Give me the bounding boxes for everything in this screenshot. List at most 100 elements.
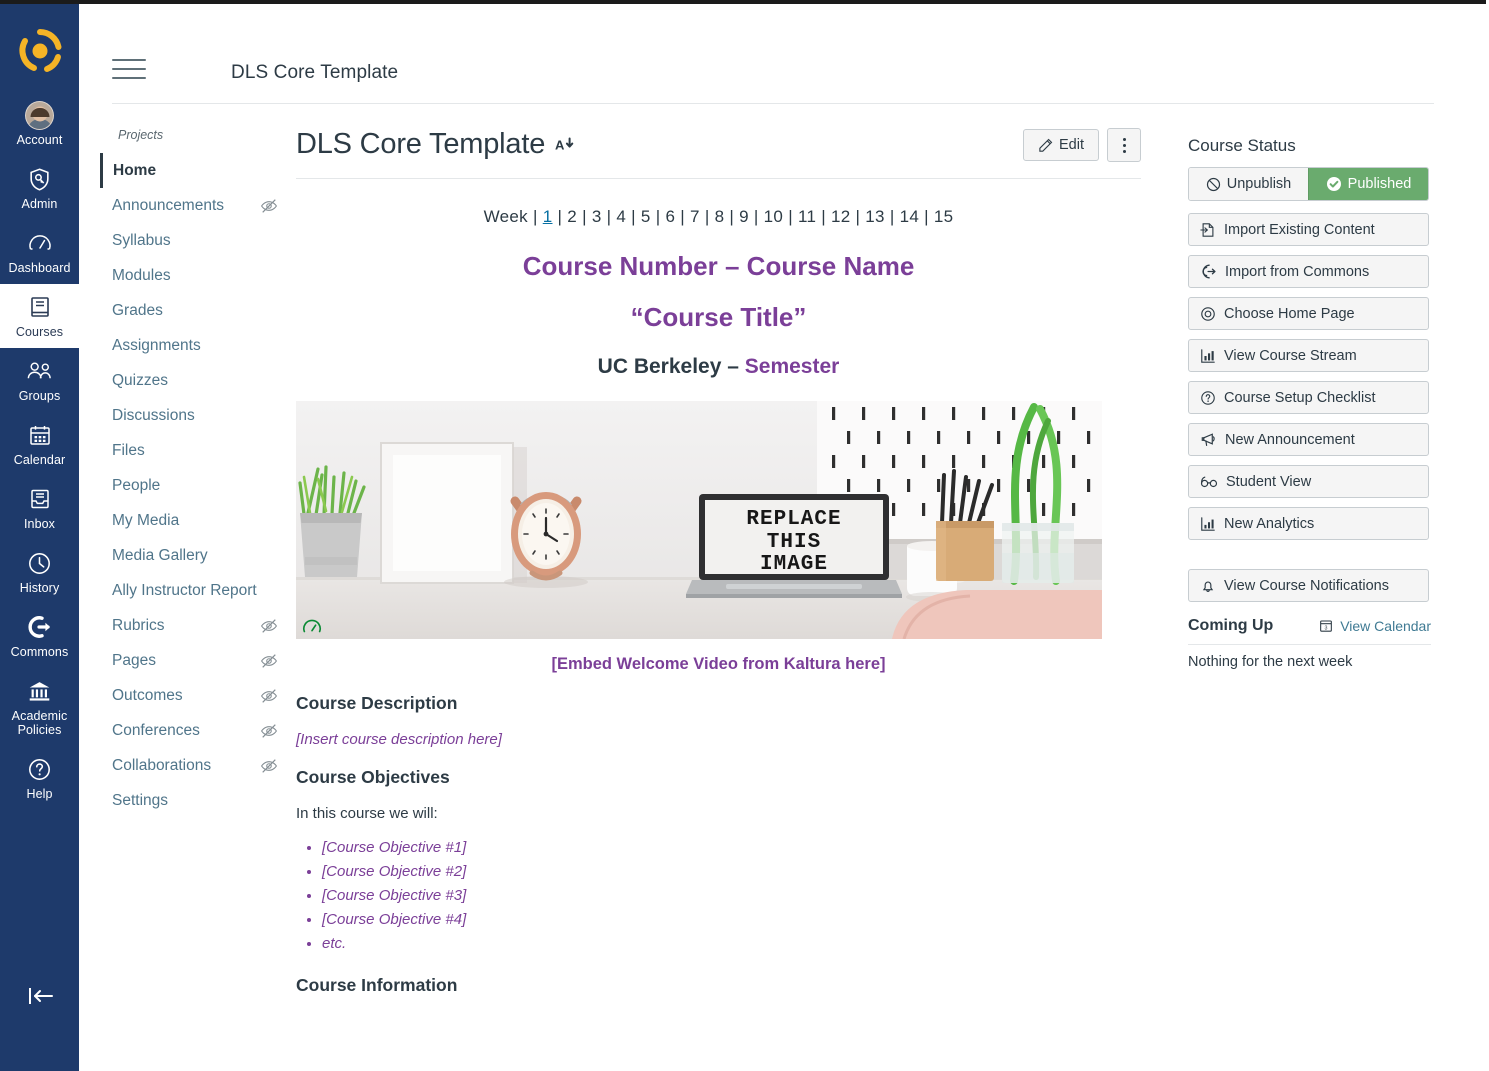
global-nav-item-inbox[interactable]: Inbox <box>0 476 79 540</box>
course-header-title: DLS Core Template <box>231 62 399 83</box>
course-nav-label: Modules <box>112 267 171 284</box>
global-nav-item-history[interactable]: History <box>0 540 79 604</box>
week-item-12[interactable]: 12 <box>831 207 851 226</box>
collapse-nav-icon[interactable] <box>23 983 57 1009</box>
canvas-course-home-page: Account Admin Dashboard Courses Groups C… <box>0 0 1489 1071</box>
course-number-name: Course Number – Course Name <box>522 251 915 281</box>
check-circle-icon <box>1326 176 1342 192</box>
import-existing-content-button[interactable]: Import Existing Content <box>1188 213 1429 246</box>
pencil-icon <box>1038 138 1053 153</box>
inbox-tray-icon <box>25 484 55 514</box>
global-nav-item-help[interactable]: Help <box>0 746 79 810</box>
view-calendar-link[interactable]: 3 View Calendar <box>1318 618 1431 634</box>
commons-icon <box>1200 263 1217 280</box>
course-nav-label: Files <box>112 442 145 459</box>
course-nav-item-people[interactable]: People <box>100 468 280 503</box>
groups-people-icon <box>25 356 55 386</box>
megaphone-icon <box>1200 431 1217 448</box>
global-nav-item-calendar[interactable]: Calendar <box>0 412 79 476</box>
button-label: Import Existing Content <box>1224 221 1375 238</box>
breadcrumb[interactable]: Projects <box>100 128 280 142</box>
list-item: [Course Objective #3] <box>322 884 1141 908</box>
course-nav-label: Quizzes <box>112 372 168 389</box>
global-nav-item-dashboard[interactable]: Dashboard <box>0 220 79 284</box>
week-item-14[interactable]: 14 <box>900 207 920 226</box>
course-nav-item-rubrics[interactable]: Rubrics <box>100 608 280 643</box>
new-analytics-button[interactable]: New Analytics <box>1188 507 1429 540</box>
course-nav-item-settings[interactable]: Settings <box>100 783 280 818</box>
course-nav-item-my-media[interactable]: My Media <box>100 503 280 538</box>
course-nav-item-outcomes[interactable]: Outcomes <box>100 678 280 713</box>
week-item-7[interactable]: 7 <box>690 207 700 226</box>
course-nav-item-quizzes[interactable]: Quizzes <box>100 363 280 398</box>
week-item-10[interactable]: 10 <box>764 207 784 226</box>
week-navigation: Week | 1 | 2 | 3 | 4 | 5 | 6 | 7 | 8 | 9… <box>483 207 954 226</box>
course-nav-item-files[interactable]: Files <box>100 433 280 468</box>
student-view-button[interactable]: Student View <box>1188 465 1429 498</box>
week-item-6[interactable]: 6 <box>665 207 675 226</box>
week-item-5[interactable]: 5 <box>641 207 651 226</box>
ally-gauge-icon[interactable] <box>302 617 322 637</box>
coming-up-divider <box>1188 644 1431 645</box>
course-nav-item-modules[interactable]: Modules <box>100 258 280 293</box>
hidden-eye-off-icon <box>260 617 278 635</box>
book-icon <box>25 292 55 322</box>
course-nav-item-conferences[interactable]: Conferences <box>100 713 280 748</box>
course-nav-item-announcements[interactable]: Announcements <box>100 188 280 223</box>
week-item-9[interactable]: 9 <box>739 207 749 226</box>
course-nav-label: Syllabus <box>112 232 171 249</box>
coming-up-empty-message: Nothing for the next week <box>1188 654 1353 670</box>
page-title-row: DLS Core Template A Edit <box>296 128 1141 162</box>
week-item-4[interactable]: 4 <box>616 207 626 226</box>
view-course-stream-button[interactable]: View Course Stream <box>1188 339 1429 372</box>
coming-up-header: Coming Up 3 View Calendar <box>1188 617 1431 635</box>
course-nav-label: Ally Instructor Report <box>112 582 257 599</box>
global-nav-item-admin[interactable]: Admin <box>0 156 79 220</box>
hero-image[interactable]: REPLACE THIS IMAGE <box>296 401 1102 639</box>
course-nav-label: Pages <box>112 652 156 669</box>
svg-text:A: A <box>555 138 565 153</box>
week-item-8[interactable]: 8 <box>715 207 725 226</box>
course-nav-item-syllabus[interactable]: Syllabus <box>100 223 280 258</box>
ally-accessibility-score-icon[interactable]: A <box>555 136 575 153</box>
week-item-2[interactable]: 2 <box>567 207 577 226</box>
question-circle-icon <box>25 754 55 784</box>
global-nav-label: Help <box>26 787 53 801</box>
new-announcement-button[interactable]: New Announcement <box>1188 423 1429 456</box>
course-nav-item-home[interactable]: Home <box>100 153 280 188</box>
course-nav-item-media-gallery[interactable]: Media Gallery <box>100 538 280 573</box>
page-body: Week | 1 | 2 | 3 | 4 | 5 | 6 | 7 | 8 | 9… <box>296 179 1141 996</box>
course-navigation-menu: Projects Home Announcements Syllabus Mod… <box>100 128 280 818</box>
course-nav-label: Collaborations <box>112 757 212 774</box>
week-item-3[interactable]: 3 <box>592 207 602 226</box>
course-nav-item-collaborations[interactable]: Collaborations <box>100 748 280 783</box>
canvas-logo[interactable] <box>17 28 63 74</box>
view-course-notifications-button[interactable]: View Course Notifications <box>1188 569 1429 602</box>
global-nav-item-commons[interactable]: Commons <box>0 604 79 668</box>
global-navigation-sidebar: Account Admin Dashboard Courses Groups C… <box>0 4 79 1071</box>
button-label: Course Setup Checklist <box>1224 389 1376 406</box>
choose-home-page-button[interactable]: Choose Home Page <box>1188 297 1429 330</box>
course-nav-label: My Media <box>112 512 180 529</box>
course-setup-checklist-button[interactable]: Course Setup Checklist <box>1188 381 1429 414</box>
institution-semester: UC Berkeley – Semester <box>296 355 1141 379</box>
global-nav-item-groups[interactable]: Groups <box>0 348 79 412</box>
week-link-1[interactable]: 1 <box>543 207 553 226</box>
global-nav-item-account[interactable]: Account <box>0 92 79 156</box>
published-button[interactable]: Published <box>1308 168 1428 200</box>
edit-button[interactable]: Edit <box>1023 129 1099 161</box>
global-nav-item-courses[interactable]: Courses <box>0 284 79 348</box>
week-item-13[interactable]: 13 <box>865 207 885 226</box>
week-item-11[interactable]: 11 <box>798 207 816 226</box>
course-nav-item-ally-instructor-report[interactable]: Ally Instructor Report <box>100 573 280 608</box>
global-nav-item-academic-policies[interactable]: Academic Policies <box>0 668 79 746</box>
course-nav-item-pages[interactable]: Pages <box>100 643 280 678</box>
week-item-15[interactable]: 15 <box>934 207 954 226</box>
unpublish-button[interactable]: Unpublish <box>1189 168 1308 200</box>
hamburger-menu-icon[interactable] <box>112 59 146 81</box>
course-nav-item-grades[interactable]: Grades <box>100 293 280 328</box>
course-nav-item-assignments[interactable]: Assignments <box>100 328 280 363</box>
import-from-commons-button[interactable]: Import from Commons <box>1188 255 1429 288</box>
course-nav-item-discussions[interactable]: Discussions <box>100 398 280 433</box>
page-options-menu-button[interactable] <box>1107 128 1141 162</box>
